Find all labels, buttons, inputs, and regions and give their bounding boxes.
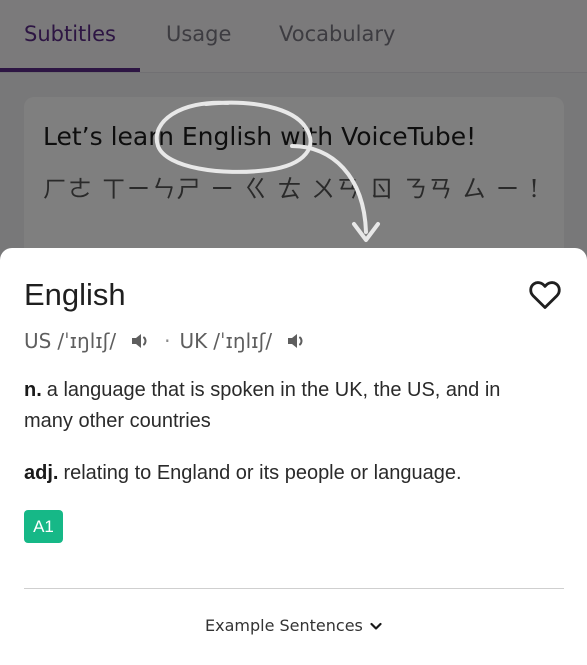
heart-outline-icon[interactable]	[528, 278, 562, 310]
definition-noun: n. a language that is spoken in the UK, t…	[24, 375, 554, 437]
definition-text: a language that is spoken in the UK, the…	[24, 379, 501, 432]
example-sentences-toggle[interactable]: Example Sentences	[0, 616, 587, 635]
us-label: US	[24, 329, 52, 353]
definition-text: relating to England or its people or lan…	[63, 462, 462, 484]
cefr-level-badge: A1	[24, 510, 63, 543]
divider	[24, 588, 564, 589]
uk-ipa: /ˈɪŋlɪʃ/	[213, 329, 273, 353]
definition-adjective: adj. relating to England or its people or…	[24, 458, 554, 489]
uk-speaker-icon[interactable]	[286, 331, 308, 351]
uk-label: UK	[179, 329, 208, 353]
screen: Subtitles Usage Vocabulary Let’s learn E…	[0, 0, 587, 665]
us-speaker-icon[interactable]	[130, 331, 152, 351]
pronunciation-row: US /ˈɪŋlɪʃ/ · UK /ˈɪŋlɪʃ/	[24, 328, 308, 354]
part-of-speech: adj.	[24, 462, 59, 484]
example-sentences-label: Example Sentences	[205, 616, 363, 635]
headword: English	[24, 277, 126, 312]
part-of-speech: n.	[24, 379, 42, 401]
us-ipa: /ˈɪŋlɪʃ/	[57, 329, 117, 353]
word-definition-sheet: English US /ˈɪŋlɪʃ/ · UK /ˈɪŋlɪʃ/ n. a la…	[0, 248, 587, 665]
chevron-down-icon	[370, 622, 382, 630]
pronunciation-separator: ·	[164, 329, 171, 353]
